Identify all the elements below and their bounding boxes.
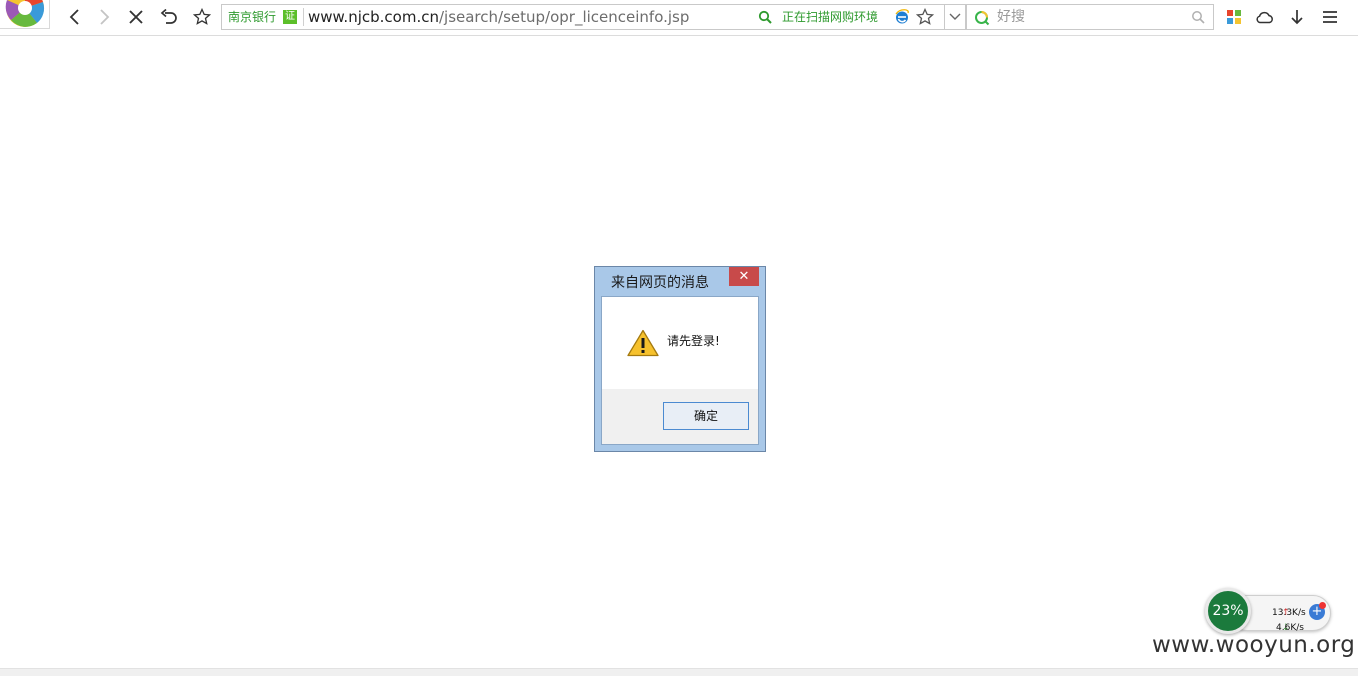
search-icon[interactable] — [1191, 10, 1205, 24]
upload-speed: 13.3K/s — [1272, 608, 1306, 618]
chevron-left-icon — [69, 9, 79, 25]
status-bar — [0, 668, 1358, 676]
watermark-text: www.wooyun.org — [1152, 632, 1356, 658]
notification-dot — [1319, 602, 1326, 609]
url-host: www.njcb.com.cn — [308, 8, 439, 26]
url-path: /jsearch/setup/opr_licenceinfo.jsp — [438, 8, 690, 26]
hamburger-menu-icon — [1323, 11, 1337, 23]
warning-icon — [627, 329, 659, 357]
download-button[interactable] — [1284, 4, 1310, 30]
alert-dialog: 来自网页的消息 ✕ 请先登录! 确定 — [594, 266, 766, 452]
url-text[interactable]: www.njcb.com.cn/jsearch/setup/opr_licenc… — [308, 5, 689, 29]
forward-button[interactable] — [90, 4, 118, 30]
close-icon — [129, 10, 143, 24]
dialog-footer: 确定 — [602, 389, 758, 444]
search-box[interactable]: 好搜 — [966, 4, 1214, 30]
chevron-right-icon — [100, 9, 110, 25]
scan-search-icon — [758, 10, 772, 24]
favorite-button[interactable] — [188, 4, 216, 30]
address-divider — [303, 8, 304, 26]
network-speed-widget[interactable]: ↑ 13.3K/s ↓ 4.6K/s 23% + — [1203, 587, 1333, 637]
certificate-badge[interactable]: 证 — [283, 10, 297, 24]
dialog-close-button[interactable]: ✕ — [729, 267, 759, 286]
address-dropdown-button[interactable] — [944, 4, 966, 30]
memory-percent-ball[interactable]: 23% — [1205, 588, 1251, 634]
undo-icon — [160, 9, 177, 24]
app-grid-button[interactable] — [1221, 4, 1247, 30]
cloud-icon — [1256, 11, 1273, 24]
apps-grid-icon — [1227, 10, 1241, 24]
star-icon — [193, 8, 211, 25]
ok-button[interactable]: 确定 — [663, 402, 749, 430]
dialog-title: 来自网页的消息 — [611, 275, 709, 291]
haosou-logo-icon — [975, 11, 990, 26]
browser-logo-icon[interactable] — [0, 0, 50, 29]
address-bar[interactable]: 南京银行 证 www.njcb.com.cn/jsearch/setup/opr… — [221, 4, 945, 30]
dialog-body: 请先登录! 确定 — [601, 296, 759, 445]
cloud-sync-button[interactable] — [1252, 4, 1278, 30]
shopping-scan-status[interactable]: 正在扫描网购环境 — [782, 5, 878, 29]
undo-close-button[interactable] — [155, 4, 183, 30]
site-identity-label: 南京银行 — [228, 10, 277, 24]
dialog-message: 请先登录! — [667, 334, 720, 348]
chevron-down-icon — [949, 13, 960, 20]
browser-toolbar: 南京银行 证 www.njcb.com.cn/jsearch/setup/opr… — [0, 0, 1358, 36]
ie-compat-icon[interactable] — [894, 9, 910, 25]
download-arrow-icon — [1291, 10, 1303, 25]
search-placeholder: 好搜 — [997, 9, 1025, 25]
menu-button[interactable] — [1317, 4, 1343, 30]
back-button[interactable] — [61, 4, 89, 30]
stop-button[interactable] — [122, 4, 150, 30]
bookmark-star-icon[interactable] — [916, 8, 934, 26]
